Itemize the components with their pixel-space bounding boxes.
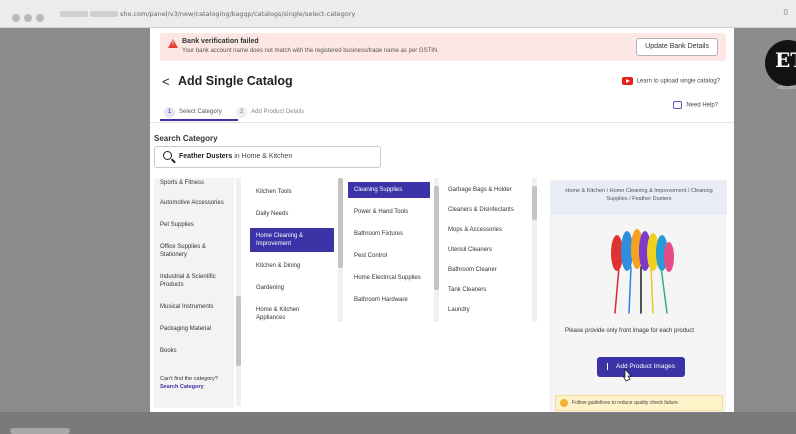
page-title: Add Single Catalog	[178, 74, 293, 88]
guideline-notice[interactable]: Follow guidelines to reduce quality chec…	[555, 395, 723, 411]
category-column-3: Cleaning Supplies Power & Hand Tools Bat…	[348, 178, 430, 322]
column-1-scrollbar[interactable]	[236, 178, 241, 406]
url-text: sho.com/panel/v3/new/cataloging/kagqp/ca…	[120, 10, 356, 18]
main-panel: ! Bank verification failed Your bank acc…	[150, 28, 734, 414]
category-item[interactable]: Garbage Bags & Holder	[442, 182, 528, 198]
category-item[interactable]: Bathroom Fixtures	[348, 226, 430, 242]
image-hint-text: Please provide only front image for each…	[565, 328, 695, 334]
learn-link-text: Learn to upload single catalog?	[636, 78, 720, 85]
category-item[interactable]: Pest Control	[348, 248, 430, 264]
banner-title: Bank verification failed	[182, 38, 259, 45]
category-column-2: Kitchen Tools Daily Needs Home Cleaning …	[250, 178, 334, 322]
guideline-text: Follow guidelines to reduce quality chec…	[572, 400, 678, 406]
info-icon	[560, 399, 568, 407]
search-category-link[interactable]: Search Category	[160, 384, 228, 390]
category-item[interactable]: Gardening	[250, 280, 334, 296]
category-item[interactable]: Kitchen Tools	[250, 184, 334, 200]
category-item[interactable]: Bathroom Hardware	[348, 292, 430, 308]
need-help-button[interactable]: Need Help?	[673, 101, 718, 109]
address-bar[interactable]: sho.com/panel/v3/new/cataloging/kagqp/ca…	[60, 6, 660, 22]
step-number: 1	[164, 107, 175, 118]
category-item[interactable]: Utensil Cleaners	[442, 242, 528, 258]
search-scope: in Home & Kitchen	[234, 153, 293, 160]
category-item[interactable]: Automotive Accessories	[154, 195, 234, 211]
step-label: Select Category	[179, 109, 222, 115]
selected-label: Home Cleaning & Improvement	[256, 233, 304, 247]
active-step-underline	[160, 119, 238, 121]
category-item[interactable]: Books	[154, 343, 234, 359]
category-item[interactable]: Tank Cleaners	[442, 282, 528, 298]
divider	[150, 122, 734, 123]
column-3-scrollbar[interactable]	[434, 178, 439, 322]
category-item[interactable]: Laundry	[442, 302, 528, 318]
banner-message: Your bank account name does not match wi…	[182, 48, 439, 54]
selected-label: Cleaning Supplies	[354, 187, 403, 193]
feather-duster-image	[611, 229, 674, 314]
category-item[interactable]: Musical Instruments	[154, 299, 234, 315]
category-item-selected[interactable]: Cleaning Supplies	[348, 182, 430, 198]
logo-subtext: education	[777, 85, 796, 91]
cant-find-category: Can't find the category? Search Category	[154, 368, 234, 408]
add-product-images-button[interactable]: Add Product Images	[597, 357, 685, 377]
category-item-selected[interactable]: Home Cleaning & Improvement	[250, 228, 334, 252]
category-column-4: Garbage Bags & Holder Cleaners & Disinfe…	[442, 178, 528, 322]
column-4-scrollbar[interactable]	[532, 178, 537, 322]
search-input[interactable]: Feather Dusters in Home & Kitchen	[154, 146, 381, 168]
learn-link[interactable]: Learn to upload single catalog?	[621, 77, 720, 85]
step-number: 2	[236, 107, 248, 118]
category-item[interactable]: Sports & Fitness	[154, 178, 234, 191]
cant-find-text: Can't find the category?	[160, 376, 218, 382]
category-preview-panel: Home & Kitchen / Home Cleaning & Improve…	[550, 180, 727, 414]
category-item[interactable]: Mops & Accessories	[442, 222, 528, 238]
step-add-product-details[interactable]: 2 Add Product Details	[236, 107, 304, 118]
category-item[interactable]: Industrial & Scientific Products	[154, 269, 234, 293]
category-item[interactable]: Home Electrical Supplies	[348, 270, 430, 286]
mouse-cursor-icon	[622, 368, 632, 382]
category-item[interactable]: Packaging Material	[154, 321, 234, 337]
background-left	[0, 28, 150, 412]
browser-url-bar: sho.com/panel/v3/new/cataloging/kagqp/ca…	[0, 0, 796, 28]
category-breadcrumb: Home & Kitchen / Home Cleaning & Improve…	[551, 181, 727, 215]
category-item[interactable]: Kitchen & Dining	[250, 258, 334, 274]
step-select-category[interactable]: 1 Select Category	[164, 107, 222, 118]
help-chat-icon	[673, 101, 683, 109]
category-column-1: Sports & Fitness Automotive Accessories …	[154, 178, 234, 408]
update-bank-details-button[interactable]: Update Bank Details	[636, 38, 718, 56]
search-icon	[163, 151, 172, 160]
back-arrow-icon[interactable]: <	[162, 74, 170, 89]
youtube-icon	[621, 77, 633, 85]
category-item[interactable]: Daily Needs	[250, 206, 334, 222]
search-category-label: Search Category	[154, 134, 218, 143]
bank-warning-banner: ! Bank verification failed Your bank acc…	[160, 33, 726, 61]
need-help-label: Need Help?	[686, 102, 718, 109]
category-item[interactable]: Pet Supplies	[154, 217, 234, 233]
warning-icon: !	[168, 39, 178, 48]
category-item[interactable]: Power & Hand Tools	[348, 204, 430, 220]
search-term: Feather Dusters	[179, 153, 233, 160]
browser-nav-buttons[interactable]	[12, 9, 52, 22]
category-item[interactable]: Office Supplies & Stationery	[154, 239, 234, 263]
upload-icon	[607, 362, 612, 370]
category-item[interactable]: Bathroom Cleaner	[442, 262, 528, 278]
search-query: Feather Dusters in Home & Kitchen	[179, 153, 292, 160]
browser-extension-mark: 0	[783, 8, 788, 17]
stepper: 1 Select Category 2 Add Product Details	[164, 100, 314, 118]
taskbar	[0, 412, 796, 434]
step-label: Add Product Details	[251, 109, 305, 115]
category-item[interactable]: Cleaners & Disinfectants	[442, 202, 528, 218]
category-item[interactable]: Home & Kitchen Appliances	[250, 302, 334, 322]
taskbar-pill[interactable]	[10, 428, 70, 434]
title-row: < Add Single Catalog Learn to upload sin…	[160, 72, 726, 92]
column-2-scrollbar[interactable]	[338, 178, 343, 322]
